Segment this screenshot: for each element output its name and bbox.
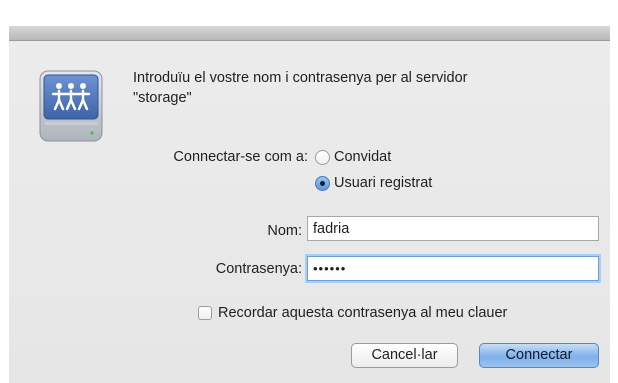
name-label: Nom:	[267, 223, 302, 239]
desktop-background	[0, 0, 618, 26]
connect-button[interactable]: Connectar	[479, 343, 599, 368]
name-field[interactable]	[307, 216, 599, 241]
server-login-dialog: Introduïu el vostre nom i contrasenya pe…	[9, 26, 610, 383]
remember-password-checkbox[interactable]	[198, 306, 212, 320]
password-field[interactable]: ••••••	[307, 256, 599, 281]
password-label: Contrasenya:	[215, 261, 302, 277]
cancel-button[interactable]: Cancel·lar	[351, 343, 458, 368]
radio-registered-user-button[interactable]	[315, 175, 330, 191]
radio-guest-button[interactable]	[315, 149, 330, 165]
dialog-message: Introduïu el vostre nom i contrasenya pe…	[133, 68, 573, 108]
message-line-1: Introduïu el vostre nom i contrasenya pe…	[133, 70, 468, 86]
radio-guest[interactable]: Convidat	[315, 147, 391, 167]
remember-password-row[interactable]: Recordar aquesta contrasenya al meu clau…	[198, 305, 507, 321]
dialog-title-bar[interactable]	[9, 26, 610, 41]
radio-registered-user[interactable]: Usuari registrat	[315, 173, 432, 193]
message-line-2: "storage"	[133, 90, 192, 106]
radio-registered-user-label: Usuari registrat	[334, 175, 433, 191]
remember-password-label: Recordar aquesta contrasenya al meu clau…	[218, 305, 508, 321]
network-server-icon	[38, 69, 104, 143]
radio-guest-label: Convidat	[334, 149, 392, 165]
connect-as-label: Connectar-se com a:	[173, 149, 308, 165]
